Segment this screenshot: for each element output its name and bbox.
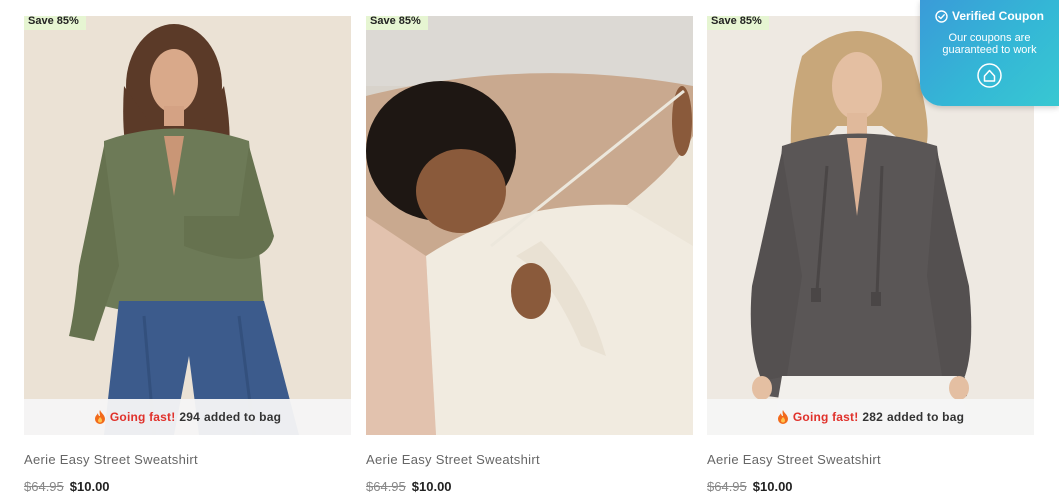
sale-price: $10.00 [411, 479, 452, 494]
original-price: $64.95 [24, 479, 64, 494]
product-image-link[interactable]: Save 85% [366, 16, 693, 435]
price-row: $64.95 $10.00 [366, 479, 693, 495]
added-count: 294 [179, 410, 201, 424]
check-circle-icon [935, 9, 948, 23]
product-image-link[interactable]: Save 85% Going fast! 294 added to bag [24, 16, 351, 435]
coupon-title: Verified Coupon [951, 9, 1044, 23]
product-grid: Save 85% Going fast! 294 added to bag Ae… [0, 0, 1059, 500]
save-badge: Save 85% [24, 16, 86, 30]
product-card: Save 85% Aerie Easy Street Sweatshirt $6… [366, 16, 693, 495]
save-badge: Save 85% [366, 16, 428, 30]
flame-icon [777, 410, 788, 424]
sale-price: $10.00 [69, 479, 110, 494]
product-title[interactable]: Aerie Easy Street Sweatshirt [366, 452, 693, 468]
product-photo-cream-top [366, 16, 693, 435]
added-to-bag-text: added to bag [887, 410, 965, 424]
added-to-bag-text: added to bag [204, 410, 282, 424]
save-badge: Save 85% [707, 16, 769, 30]
sale-price: $10.00 [752, 479, 793, 494]
original-price: $64.95 [366, 479, 406, 494]
verified-coupon-widget[interactable]: Verified Coupon Our coupons are guarante… [920, 0, 1059, 106]
product-title[interactable]: Aerie Easy Street Sweatshirt [24, 452, 351, 468]
going-fast-banner: Going fast! 294 added to bag [24, 399, 351, 435]
flame-icon [94, 410, 105, 424]
coupon-header: Verified Coupon [920, 9, 1059, 23]
price-row: $64.95 $10.00 [24, 479, 351, 495]
added-count: 282 [862, 410, 884, 424]
going-fast-banner: Going fast! 282 added to bag [707, 399, 1034, 435]
product-title[interactable]: Aerie Easy Street Sweatshirt [707, 452, 1034, 468]
coupon-subtitle: Our coupons are guaranteed to work [942, 32, 1037, 56]
original-price: $64.95 [707, 479, 747, 494]
product-photo-green-top [24, 16, 351, 435]
going-fast-label: Going fast! [109, 410, 176, 424]
price-row: $64.95 $10.00 [707, 479, 1034, 495]
product-card: Save 85% Going fast! 294 added to bag Ae… [24, 16, 351, 495]
coupon-logo-icon [977, 63, 1002, 88]
going-fast-label: Going fast! [792, 410, 859, 424]
